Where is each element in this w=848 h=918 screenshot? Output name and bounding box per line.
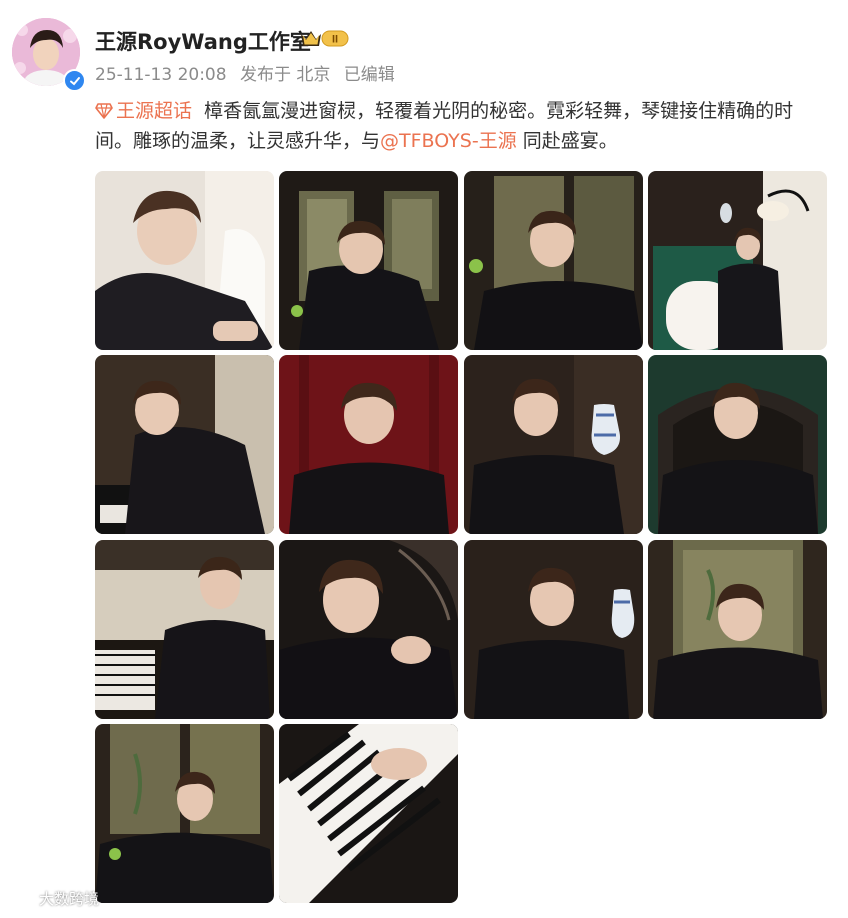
photo-thumbnail[interactable]: [648, 540, 827, 719]
photo-thumbnail[interactable]: [464, 355, 643, 534]
post-text-end: 同赴盛宴。: [522, 130, 618, 152]
photo-thumbnail[interactable]: [279, 540, 458, 719]
topic-label[interactable]: 王源超话: [116, 100, 192, 122]
watermark: 大数跨境: [8, 888, 99, 909]
svg-text:II: II: [332, 34, 338, 46]
author-name[interactable]: 王源RoyWang工作室: [95, 26, 311, 56]
crown-badge-icon[interactable]: II: [298, 26, 350, 50]
photo-thumbnail[interactable]: [95, 724, 274, 903]
post-location: 发布于 北京: [239, 65, 331, 85]
post-timestamp[interactable]: 25-11-13 20:08: [95, 65, 227, 85]
post-body: 王源超话 樟香氤氲漫进窗棂，轻覆着光阴的秘密。霓彩轻舞，琴键接住精确的时间。雕琢…: [95, 96, 830, 156]
photo-thumbnail[interactable]: [95, 171, 274, 350]
photo-grid: [95, 171, 827, 903]
diamond-icon: [95, 103, 113, 119]
photo-thumbnail[interactable]: [464, 171, 643, 350]
photo-thumbnail[interactable]: [279, 724, 458, 903]
edited-label[interactable]: 已编辑: [344, 65, 395, 85]
watermark-logo-icon: [8, 890, 33, 906]
topic-link[interactable]: 王源超话: [95, 100, 192, 122]
photo-thumbnail[interactable]: [464, 540, 643, 719]
photo-thumbnail[interactable]: [648, 171, 827, 350]
photo-thumbnail[interactable]: [279, 355, 458, 534]
photo-thumbnail[interactable]: [279, 171, 458, 350]
mention-link[interactable]: @TFBOYS-王源: [380, 130, 517, 152]
watermark-text: 大数跨境: [39, 890, 100, 908]
photo-thumbnail[interactable]: [95, 540, 274, 719]
photo-thumbnail[interactable]: [648, 355, 827, 534]
photo-thumbnail[interactable]: [95, 355, 274, 534]
verified-icon: [63, 69, 86, 92]
post-meta: 25-11-13 20:08 发布于 北京 已编辑: [95, 60, 403, 85]
